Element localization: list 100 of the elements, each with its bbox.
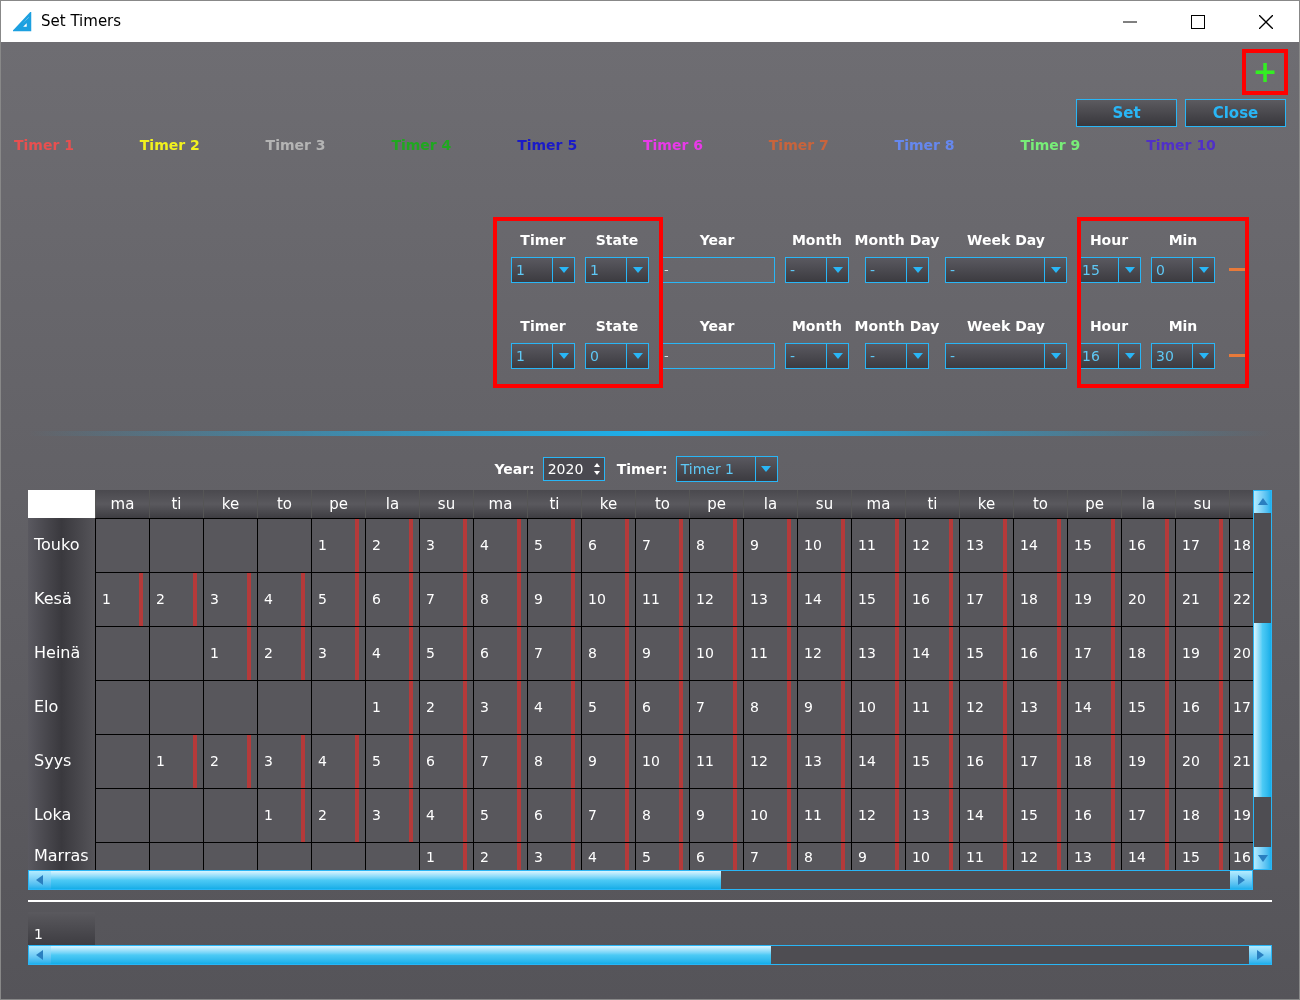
day-cell[interactable]: 10: [797, 518, 851, 572]
day-cell[interactable]: 8: [527, 734, 581, 788]
day-cell[interactable]: [149, 842, 203, 870]
day-cell[interactable]: 7: [743, 842, 797, 870]
day-cell[interactable]: 10: [689, 626, 743, 680]
day-cell[interactable]: 16: [1229, 842, 1253, 870]
day-cell[interactable]: 11: [743, 626, 797, 680]
day-cell[interactable]: 6: [365, 572, 419, 626]
day-cell[interactable]: 5: [527, 518, 581, 572]
day-cell[interactable]: 4: [365, 626, 419, 680]
day-cell[interactable]: 1: [95, 572, 149, 626]
day-cell[interactable]: [149, 680, 203, 734]
day-cell[interactable]: 6: [527, 788, 581, 842]
day-cell[interactable]: 20: [1175, 734, 1229, 788]
day-cell[interactable]: 7: [635, 518, 689, 572]
day-cell[interactable]: 2: [203, 734, 257, 788]
day-cell[interactable]: 3: [203, 572, 257, 626]
day-cell[interactable]: 9: [797, 680, 851, 734]
right-arrow-icon[interactable]: [1256, 950, 1264, 960]
day-cell[interactable]: 1: [365, 680, 419, 734]
day-cell[interactable]: 8: [797, 842, 851, 870]
day-cell[interactable]: 2: [257, 626, 311, 680]
day-cell[interactable]: 9: [527, 572, 581, 626]
day-cell[interactable]: 13: [1067, 842, 1121, 870]
day-cell[interactable]: 17: [1013, 734, 1067, 788]
day-cell[interactable]: [95, 626, 149, 680]
horizontal-scrollbar[interactable]: [28, 945, 1272, 965]
day-cell[interactable]: 12: [905, 518, 959, 572]
day-cell[interactable]: 21: [1229, 734, 1253, 788]
toolbar-button[interactable]: Set: [1076, 99, 1177, 127]
horizontal-scrollbar[interactable]: [28, 870, 1253, 890]
dropdown[interactable]: 30: [1151, 343, 1215, 369]
day-cell[interactable]: 15: [1175, 842, 1229, 870]
day-cell[interactable]: 10: [743, 788, 797, 842]
dropdown[interactable]: -: [785, 343, 849, 369]
day-cell[interactable]: [149, 626, 203, 680]
day-cell[interactable]: 13: [851, 626, 905, 680]
day-cell[interactable]: 13: [905, 788, 959, 842]
day-cell[interactable]: 3: [473, 680, 527, 734]
day-cell[interactable]: 2: [149, 572, 203, 626]
scrollbar-thumb[interactable]: [1254, 623, 1271, 797]
close-icon[interactable]: [1259, 14, 1273, 29]
day-cell[interactable]: 4: [527, 680, 581, 734]
day-cell[interactable]: 6: [419, 734, 473, 788]
day-cell[interactable]: 6: [689, 842, 743, 870]
day-cell[interactable]: 14: [1121, 842, 1175, 870]
day-cell[interactable]: 15: [905, 734, 959, 788]
day-cell[interactable]: 17: [1121, 788, 1175, 842]
day-cell[interactable]: 11: [689, 734, 743, 788]
day-cell[interactable]: 19: [1229, 788, 1253, 842]
day-cell[interactable]: 1: [311, 518, 365, 572]
day-cell[interactable]: 3: [365, 788, 419, 842]
day-cell[interactable]: 7: [473, 734, 527, 788]
day-cell[interactable]: [203, 842, 257, 870]
day-cell[interactable]: [203, 788, 257, 842]
day-cell[interactable]: 18: [1229, 518, 1253, 572]
day-cell[interactable]: 4: [473, 518, 527, 572]
vertical-scrollbar[interactable]: [1253, 490, 1272, 870]
day-cell[interactable]: 12: [689, 572, 743, 626]
day-cell[interactable]: 15: [1013, 788, 1067, 842]
day-cell[interactable]: 3: [419, 518, 473, 572]
day-cell[interactable]: 2: [473, 842, 527, 870]
day-cell[interactable]: 9: [689, 788, 743, 842]
day-cell[interactable]: 2: [419, 680, 473, 734]
day-cell[interactable]: 20: [1121, 572, 1175, 626]
day-cell[interactable]: 14: [1013, 518, 1067, 572]
day-cell[interactable]: 5: [473, 788, 527, 842]
day-cell[interactable]: 18: [1013, 572, 1067, 626]
day-cell[interactable]: 1: [257, 788, 311, 842]
day-cell[interactable]: 19: [1067, 572, 1121, 626]
day-cell[interactable]: 4: [581, 842, 635, 870]
down-arrow-icon[interactable]: [1257, 854, 1268, 862]
day-cell[interactable]: 7: [581, 788, 635, 842]
day-cell[interactable]: 15: [851, 572, 905, 626]
day-cell[interactable]: [203, 680, 257, 734]
left-arrow-icon[interactable]: [36, 950, 44, 960]
day-cell[interactable]: 7: [419, 572, 473, 626]
day-cell[interactable]: [257, 518, 311, 572]
day-cell[interactable]: 3: [257, 734, 311, 788]
day-cell[interactable]: [149, 518, 203, 572]
day-cell[interactable]: 10: [581, 572, 635, 626]
day-cell[interactable]: 2: [365, 518, 419, 572]
day-cell[interactable]: 3: [311, 626, 365, 680]
dropdown[interactable]: 1: [585, 257, 649, 283]
day-cell[interactable]: 2: [311, 788, 365, 842]
day-cell[interactable]: 15: [1067, 518, 1121, 572]
dropdown[interactable]: 0: [585, 343, 649, 369]
day-cell[interactable]: 11: [851, 518, 905, 572]
timer-dropdown[interactable]: Timer 1: [675, 456, 778, 482]
day-cell[interactable]: 5: [635, 842, 689, 870]
dropdown[interactable]: -: [945, 343, 1067, 369]
day-cell[interactable]: 16: [1175, 680, 1229, 734]
day-cell[interactable]: 13: [797, 734, 851, 788]
day-cell[interactable]: 9: [743, 518, 797, 572]
day-cell[interactable]: 15: [1121, 680, 1175, 734]
day-cell[interactable]: 12: [797, 626, 851, 680]
day-cell[interactable]: 21: [1175, 572, 1229, 626]
year-spinner[interactable]: 2020: [542, 457, 605, 481]
day-cell[interactable]: 1: [419, 842, 473, 870]
day-cell[interactable]: 15: [959, 626, 1013, 680]
